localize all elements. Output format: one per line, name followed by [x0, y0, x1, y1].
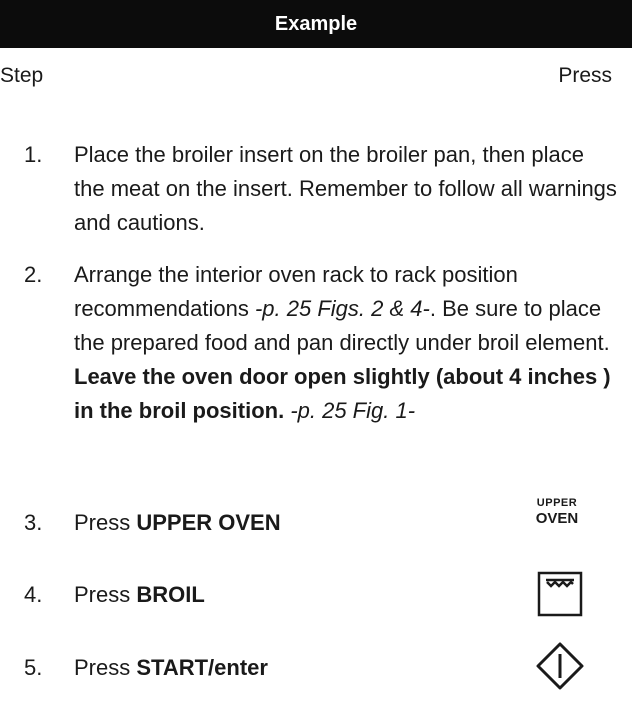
step-number: 4. [24, 582, 43, 607]
broil-key-icon [537, 571, 583, 617]
header-title: Example [274, 12, 358, 35]
page-reference: -p. 25 Figs. 2 & 4- [254, 296, 430, 321]
key-name: UPPER OVEN [136, 510, 281, 535]
example-header: Example [0, 0, 632, 48]
upper-oven-key-icon: UPPER OVEN [522, 497, 592, 527]
upper-oven-key-line2: OVEN [535, 510, 579, 527]
start-enter-icon [536, 642, 584, 690]
step-number: 5. [24, 655, 43, 680]
step-column-label: Step [0, 64, 44, 87]
key-name: BROIL [136, 582, 205, 607]
step-text: Arrange the interior oven rack to rack p… [74, 258, 619, 428]
step-number: 1. [24, 142, 43, 167]
press-prefix: Press [74, 510, 137, 535]
page-reference: -p. 25 Fig. 1- [284, 398, 416, 423]
step-number: 2. [24, 262, 43, 287]
step-text: Place the broiler insert on the broiler … [74, 142, 617, 235]
press-prefix: Press [74, 655, 137, 680]
press-prefix: Press [74, 582, 137, 607]
step-number: 3. [24, 510, 43, 535]
press-column-label: Press [558, 64, 612, 87]
key-name: START/enter [136, 655, 268, 680]
upper-oven-key-line1: UPPER [536, 497, 578, 509]
